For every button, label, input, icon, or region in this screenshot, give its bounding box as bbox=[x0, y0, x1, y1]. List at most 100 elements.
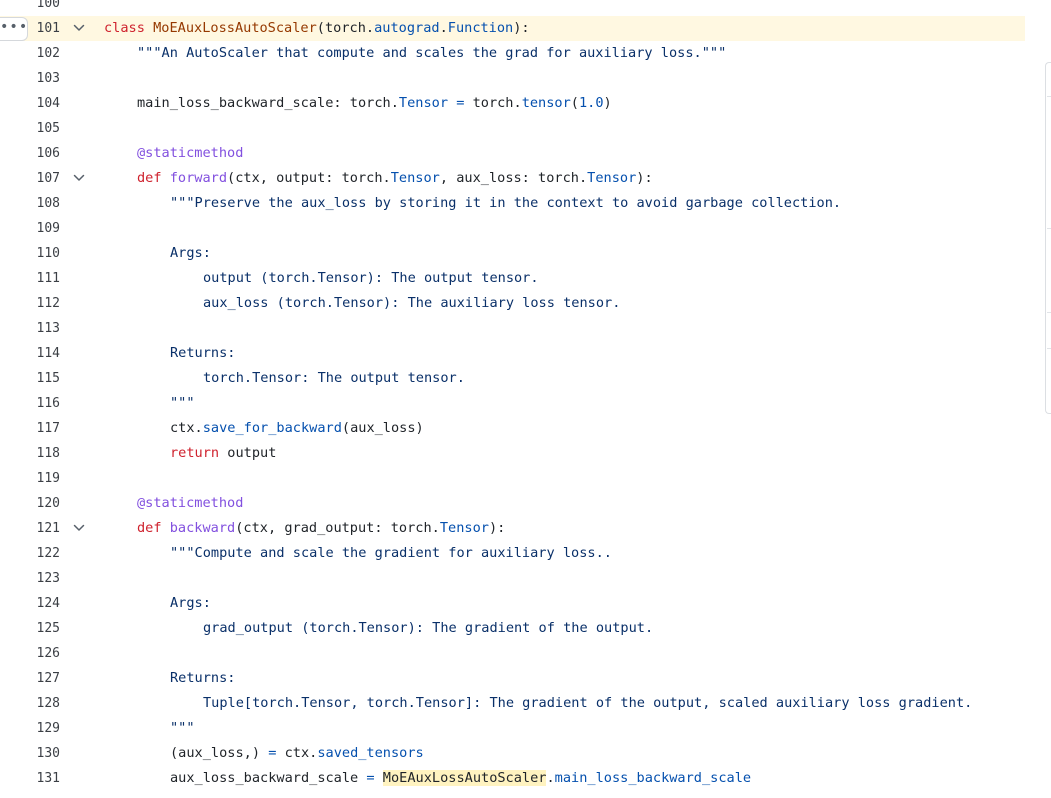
code-token: class bbox=[104, 20, 154, 36]
code-token: tensor bbox=[521, 95, 571, 111]
code-line: 121 def backward(ctx, grad_output: torch.… bbox=[0, 516, 1025, 541]
line-number[interactable]: 125 bbox=[28, 616, 60, 641]
code-text: @staticmethod bbox=[137, 141, 243, 166]
line-number[interactable]: 103 bbox=[28, 66, 60, 91]
code-text: aux_loss_backward_scale = MoEAuxLossAuto… bbox=[170, 766, 751, 791]
code-token: torch. bbox=[464, 95, 522, 111]
line-number[interactable]: 117 bbox=[28, 416, 60, 441]
code-text: output (torch.Tensor): The output tensor… bbox=[203, 266, 539, 291]
code-line: 109 bbox=[0, 216, 1025, 241]
code-token: @staticmethod bbox=[137, 145, 244, 161]
code-token: torch.Tensor: The output tensor. bbox=[203, 370, 465, 386]
code-line: 125 grad_output (torch.Tensor): The gradi… bbox=[0, 616, 1025, 641]
code-token: ctx. bbox=[276, 745, 318, 761]
line-number[interactable]: 119 bbox=[28, 466, 60, 491]
line-number[interactable]: 112 bbox=[28, 291, 60, 316]
line-number[interactable]: 106 bbox=[28, 141, 60, 166]
line-number[interactable]: 114 bbox=[28, 341, 60, 366]
line-number[interactable]: 122 bbox=[28, 541, 60, 566]
code-token: Tensor bbox=[390, 170, 440, 186]
fold-chevron-icon[interactable] bbox=[71, 516, 89, 541]
code-line: 114 Returns: bbox=[0, 341, 1025, 366]
code-line: 103 bbox=[0, 66, 1025, 91]
line-number[interactable]: 102 bbox=[28, 41, 60, 66]
line-number[interactable]: 127 bbox=[28, 666, 60, 691]
fold-chevron-icon[interactable] bbox=[71, 166, 89, 191]
code-token: forward bbox=[169, 170, 228, 186]
code-token: Tensor bbox=[398, 95, 449, 111]
line-number[interactable]: 101 bbox=[28, 16, 60, 41]
ruler-mark bbox=[1047, 96, 1051, 97]
code-line: 117 ctx.save_for_backward(aux_loss) bbox=[0, 416, 1025, 441]
code-text: return output bbox=[170, 441, 276, 466]
line-number[interactable]: 113 bbox=[28, 316, 60, 341]
code-line: 106 @staticmethod bbox=[0, 141, 1025, 166]
line-number[interactable]: 131 bbox=[28, 766, 60, 791]
code-token: (ctx, output: torch. bbox=[227, 170, 391, 186]
code-token: (ctx, grad_output: torch. bbox=[235, 520, 440, 536]
code-token: Tensor bbox=[439, 520, 489, 536]
code-token: Returns: bbox=[170, 345, 236, 361]
line-number[interactable]: 105 bbox=[28, 116, 60, 141]
code-text: def backward(ctx, grad_output: torch.Ten… bbox=[137, 516, 505, 541]
code-line: 102 """An AutoScaler that compute and sca… bbox=[0, 41, 1025, 66]
code-line: 124 Args: bbox=[0, 591, 1025, 616]
line-number[interactable]: 104 bbox=[28, 91, 60, 116]
line-number[interactable]: 118 bbox=[28, 441, 60, 466]
code-token: Args: bbox=[170, 595, 211, 611]
code-line: 129 """ bbox=[0, 716, 1025, 741]
fold-chevron-icon[interactable] bbox=[71, 16, 89, 41]
code-token: , aux_loss: torch. bbox=[439, 170, 588, 186]
code-token: 1.0 bbox=[578, 95, 604, 111]
code-line: 120 @staticmethod bbox=[0, 491, 1025, 516]
code-token: ): bbox=[636, 170, 653, 186]
code-token: Args: bbox=[170, 245, 211, 261]
ruler-mark bbox=[1047, 228, 1051, 229]
line-number[interactable]: 128 bbox=[28, 691, 60, 716]
line-number[interactable]: 110 bbox=[28, 241, 60, 266]
code-line: 111 output (torch.Tensor): The output ten… bbox=[0, 266, 1025, 291]
code-text: @staticmethod bbox=[137, 491, 243, 516]
code-text: (aux_loss,) = ctx.saved_tensors bbox=[170, 741, 424, 766]
line-number[interactable]: 120 bbox=[28, 491, 60, 516]
code-line: 130 (aux_loss,) = ctx.saved_tensors bbox=[0, 741, 1025, 766]
expand-hidden-lines-button[interactable]: ••• bbox=[0, 17, 28, 41]
code-line: 113 bbox=[0, 316, 1025, 341]
line-number[interactable]: 108 bbox=[28, 191, 60, 216]
code-line: 131 aux_loss_backward_scale = MoEAuxLossA… bbox=[0, 766, 1025, 791]
line-number[interactable]: 100 bbox=[28, 0, 60, 16]
line-number[interactable]: 121 bbox=[28, 516, 60, 541]
line-number[interactable]: 107 bbox=[28, 166, 60, 191]
code-token: = bbox=[366, 770, 375, 786]
line-number[interactable]: 130 bbox=[28, 741, 60, 766]
code-token: (aux_loss) bbox=[341, 420, 424, 436]
code-line: 116 """ bbox=[0, 391, 1025, 416]
code-line: 108 """Preserve the aux_loss by storing i… bbox=[0, 191, 1025, 216]
code-token: Tensor bbox=[587, 170, 637, 186]
line-number[interactable]: 129 bbox=[28, 716, 60, 741]
code-text: """Preserve the aux_loss by storing it i… bbox=[170, 191, 841, 216]
code-token: save_for_backward bbox=[202, 420, 342, 436]
code-text: Args: bbox=[170, 241, 211, 266]
scroll-track[interactable] bbox=[1045, 62, 1051, 414]
code-token: ( bbox=[570, 95, 579, 111]
code-token: output (torch.Tensor): The output tensor… bbox=[203, 270, 539, 286]
line-number[interactable]: 123 bbox=[28, 566, 60, 591]
line-number[interactable]: 116 bbox=[28, 391, 60, 416]
code-line: 104 main_loss_backward_scale: torch.Tenso… bbox=[0, 91, 1025, 116]
code-token: MoEAuxLossAutoScaler bbox=[153, 20, 317, 36]
line-number[interactable]: 111 bbox=[28, 266, 60, 291]
code-line: 101 class MoEAuxLossAutoScaler(torch.auto… bbox=[0, 16, 1025, 41]
line-number[interactable]: 115 bbox=[28, 366, 60, 391]
ruler-mark bbox=[1047, 348, 1051, 349]
code-line: 119 bbox=[0, 466, 1025, 491]
code-token: saved_tensors bbox=[317, 745, 424, 761]
line-number[interactable]: 124 bbox=[28, 591, 60, 616]
line-number[interactable]: 109 bbox=[28, 216, 60, 241]
code-token: @staticmethod bbox=[137, 495, 244, 511]
ruler-mark bbox=[1047, 312, 1051, 313]
line-number[interactable]: 126 bbox=[28, 641, 60, 666]
code-text: torch.Tensor: The output tensor. bbox=[203, 366, 465, 391]
code-token: . bbox=[546, 770, 555, 786]
code-token: ) bbox=[603, 95, 612, 111]
